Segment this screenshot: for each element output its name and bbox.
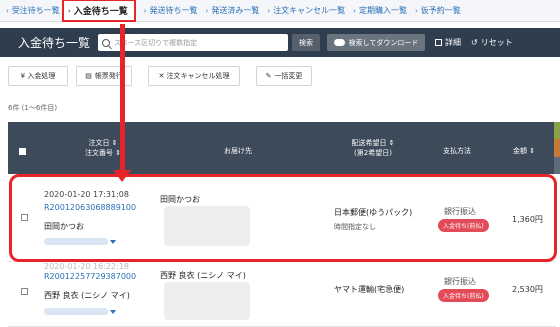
tab-label: 発送済み一覧	[211, 6, 260, 15]
reset-label: リセット	[480, 38, 513, 47]
cloud-download-icon	[333, 39, 345, 46]
invoice-label: 帳票発行	[94, 72, 123, 80]
detail-search-link[interactable]: 詳細	[435, 37, 461, 48]
col-delivery-label: 配送希望日 ⇕	[351, 139, 395, 147]
status-badge: 入金待ち(前払)	[438, 289, 489, 302]
shipping-carrier: ヤマト運輸(宅急便)	[334, 285, 405, 294]
chevron-right-icon: ›	[143, 6, 147, 15]
chevron-right-icon: ›	[414, 6, 418, 15]
chevron-right-icon: ›	[205, 6, 209, 15]
reset-link[interactable]: ↺ リセット	[471, 37, 513, 48]
print-icon: ▤	[85, 72, 92, 80]
chevron-right-icon: ›	[353, 6, 356, 15]
reset-icon: ↺	[471, 38, 478, 47]
col-order-date[interactable]: 注文日 ⇕ 注文番号 ⇕	[68, 138, 138, 158]
tab-cancelled[interactable]: › 注文キャンセル一覧	[267, 5, 345, 16]
tab-label: 発送待ち一覧	[149, 6, 198, 15]
col-payment: 支払方法	[443, 147, 471, 155]
row-checkbox[interactable]	[21, 288, 28, 295]
chevron-right-icon: ›	[6, 6, 9, 15]
tab-label: 受注待ち一覧	[11, 6, 60, 15]
pencil-icon: ✎	[265, 72, 272, 80]
table-header: 注文日 ⇕ 注文番号 ⇕ お届け先 配送希望日 ⇕ (第2希望日) 支払方法 金…	[8, 122, 556, 174]
select-all-checkbox[interactable]	[19, 148, 26, 155]
annotation-highlight-box	[9, 174, 557, 262]
download-label: 検索してダウンロード	[348, 38, 419, 47]
tab-shipped[interactable]: › 発送済み一覧	[206, 5, 260, 16]
order-list-page: › 受注待ち一覧 › 入金待ち一覧 › 発送待ち一覧 › 発送済み一覧 › 注文キャンセル…	[0, 0, 560, 327]
table-row[interactable]: 2020-01-20 16:22:18 R200122577293870​00 …	[8, 262, 556, 327]
tab-label: 定期購入一覧	[358, 6, 407, 15]
col-amount[interactable]: 金額 ⇕	[506, 146, 542, 156]
search-button[interactable]: 検索	[292, 34, 320, 51]
customer-name: 西野 良衣 (ニシノ マイ)	[44, 291, 130, 300]
annotation-arrow-line	[120, 24, 125, 174]
detail-label: 詳細	[445, 38, 461, 47]
top-tab-nav: › 受注待ち一覧 › 入金待ち一覧 › 発送待ち一覧 › 発送済み一覧 › 注文キャンセル…	[0, 0, 560, 22]
tab-shipping-waiting[interactable]: › 発送待ち一覧	[144, 5, 198, 16]
page-title: 入金待ち一覧	[18, 36, 91, 50]
order-amount: 2,530円	[512, 285, 543, 294]
search-placeholder: スペース区切りで複数指定	[114, 38, 198, 47]
search-download-button[interactable]: 検索してダウンロード	[327, 34, 425, 51]
tab-label: 仮予約一覧	[420, 6, 461, 15]
tab-label: 注文キャンセル一覧	[273, 6, 346, 15]
cancel-order-button[interactable]: ✕ 注文キャンセル処理	[148, 66, 240, 86]
col-address: お届け先	[224, 147, 252, 155]
customer-detail-blurred	[44, 308, 108, 315]
tab-subscription[interactable]: › 定期購入一覧	[353, 5, 407, 16]
recipient-address-blurred	[164, 282, 250, 320]
detail-icon	[435, 39, 442, 46]
search-icon	[102, 38, 110, 47]
order-number-link[interactable]: R200122577293870​00	[44, 272, 136, 281]
tab-payment-waiting[interactable]: › 入金待ち一覧	[61, 0, 136, 22]
col-delivery-sub-label: (第2希望日)	[354, 149, 392, 157]
payment-process-button[interactable]: ¥ 入金処理	[8, 66, 68, 86]
page-header: 入金待ち一覧 スペース区切りで複数指定 検索 検索してダウンロード 詳細 ↺ リ…	[0, 28, 560, 57]
chevron-down-icon[interactable]	[110, 310, 116, 314]
order-date: 2020-01-20 16:22:18	[44, 262, 129, 271]
chevron-right-icon: ›	[267, 6, 271, 15]
bulk-edit-button[interactable]: ✎ 一括変更	[256, 66, 312, 86]
payment-method: 銀行振込	[444, 277, 476, 286]
tab-label: 入金待ち一覧	[73, 7, 128, 17]
search-input[interactable]: スペース区切りで複数指定	[98, 34, 288, 51]
col-order-no-label[interactable]: 注文番号 ⇕	[68, 148, 138, 158]
col-delivery[interactable]: 配送希望日 ⇕ (第2希望日)	[338, 138, 408, 158]
status-color-strip	[554, 122, 560, 174]
tab-reservation[interactable]: › 仮予約一覧	[415, 5, 461, 16]
result-count: 6件 (1〜6件目)	[8, 104, 58, 112]
bulk-edit-label: 一括変更	[274, 72, 303, 80]
chevron-right-icon: ›	[67, 6, 71, 15]
tab-order-waiting[interactable]: › 受注待ち一覧	[6, 5, 60, 16]
recipient-name: 西野 良衣 (ニシノ マイ)	[160, 271, 246, 280]
col-order-date-label: 注文日 ⇕	[88, 139, 118, 147]
